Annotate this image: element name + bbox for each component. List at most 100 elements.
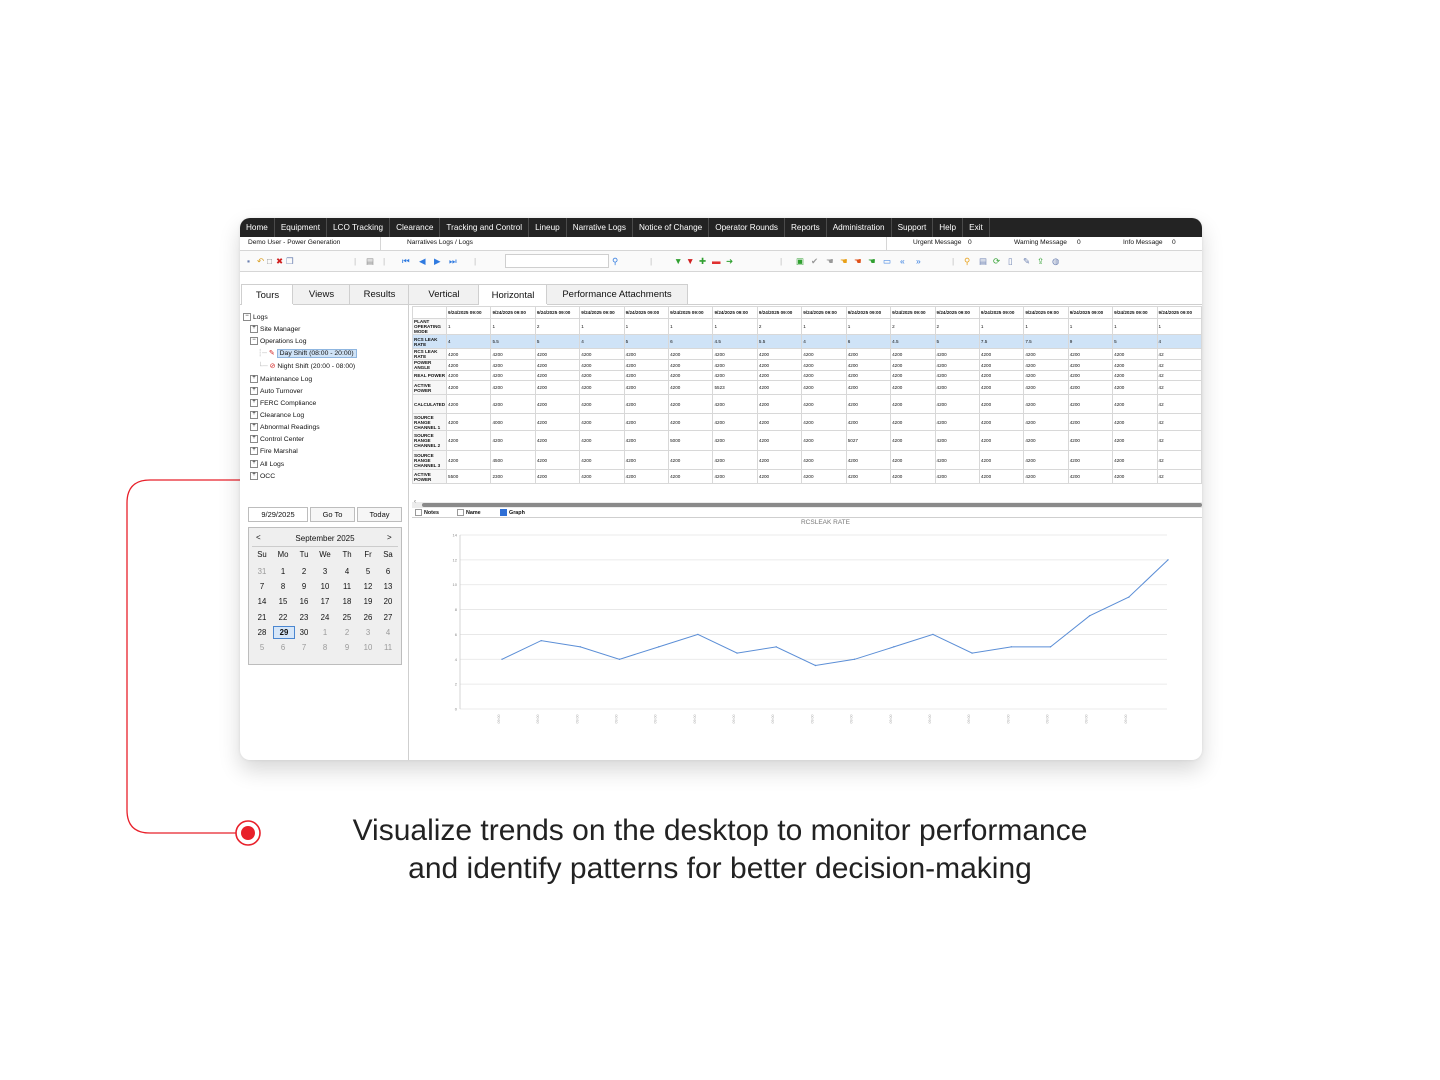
previous-record-icon[interactable]: ◀ [419, 256, 426, 266]
grid-cell[interactable]: 2300 [490, 469, 536, 484]
tree-item-control-center[interactable]: + Control Center [250, 435, 304, 443]
grid-cell[interactable]: 4200 [534, 469, 581, 484]
calendar-day[interactable]: 3 [358, 628, 378, 637]
grid-cell[interactable]: 4200 [1023, 348, 1069, 360]
document-icon[interactable]: ▯ [1008, 256, 1013, 266]
grid-cell[interactable]: 4200 [490, 348, 536, 360]
menu-item-exit[interactable]: Exit [963, 218, 990, 237]
grid-cell[interactable]: 1 [978, 318, 1025, 335]
notes-checkbox[interactable]: Notes [415, 509, 439, 516]
grid-cell[interactable]: 4200 [623, 430, 670, 451]
grid-cell[interactable]: 4200 [890, 469, 936, 484]
grid-cell[interactable]: 5 [623, 334, 670, 349]
menu-item-notice-of-change[interactable]: Notice of Change [633, 218, 710, 237]
grid-cell[interactable]: 4200 [845, 450, 892, 470]
goto-button[interactable]: Go To [310, 507, 355, 522]
grid-cell[interactable]: 4200 [712, 430, 758, 451]
menu-item-administration[interactable]: Administration [827, 218, 892, 237]
search-icon[interactable]: ⚲ [612, 256, 618, 266]
expand-icon[interactable]: + [250, 447, 258, 455]
grid-cell[interactable]: 4200 [1112, 370, 1158, 381]
graph-checkbox[interactable]: Graph [500, 509, 525, 516]
print-icon[interactable]: ▤ [366, 256, 374, 266]
calendar-day[interactable]: 7 [294, 643, 314, 652]
menu-item-lineup[interactable]: Lineup [529, 218, 567, 237]
grid-row[interactable]: SOURCE RANGE CHANNEL 1 4200 4000 4200 4200 42… [412, 413, 1202, 431]
grid-cell[interactable]: 4200 [623, 394, 670, 414]
grid-cell[interactable]: 4200 [1067, 413, 1114, 431]
grid-cell[interactable]: 6 [668, 334, 714, 349]
hand-icon[interactable]: ☚ [826, 256, 834, 266]
calendar-day[interactable]: 26 [358, 613, 378, 622]
grid-cell[interactable]: 4200 [978, 370, 1025, 381]
menu-item-reports[interactable]: Reports [785, 218, 827, 237]
grid-cell[interactable]: 4200 [978, 413, 1025, 431]
grid-cell[interactable]: 4200 [446, 394, 492, 414]
grid-cell[interactable]: 4200 [712, 413, 758, 431]
tree-item-fire-marshal[interactable]: + Fire Marshal [250, 447, 298, 455]
calendar-day[interactable]: 8 [315, 643, 335, 652]
grid-cell[interactable]: 4200 [801, 394, 847, 414]
grid-cell[interactable]: 4200 [446, 380, 492, 395]
grid-cell[interactable]: 4200 [712, 370, 758, 381]
globe-icon[interactable]: ◍ [1052, 256, 1059, 266]
grid-cell[interactable]: 4200 [446, 450, 492, 470]
grid-cell[interactable]: 4200 [668, 394, 714, 414]
grid-cell[interactable]: 4500 [490, 450, 536, 470]
grid-row[interactable]: ACTIVE POWER 4200 4200 4200 4200 4200 4200 5523… [412, 380, 1202, 395]
grid-cell[interactable]: 4200 [934, 380, 980, 395]
calendar-day[interactable]: 17 [315, 597, 335, 606]
calendar-day[interactable]: 3 [315, 567, 335, 576]
grid-cell[interactable]: 4200 [579, 413, 625, 431]
menu-item-clearance[interactable]: Clearance [390, 218, 441, 237]
grid-cell[interactable]: 4200 [978, 359, 1025, 371]
grid-row[interactable]: SOURCE RANGE CHANNEL 3 4200 4500 4200 4200 42… [412, 450, 1202, 470]
tab-tours[interactable]: Tours [241, 284, 294, 305]
grid-cell[interactable]: 4200 [712, 450, 758, 470]
grid-cell[interactable]: 4200 [446, 359, 492, 371]
grid-cell[interactable]: 4200 [1067, 359, 1114, 371]
grid-row[interactable]: ACTIVE POWER 5500 2300 4200 4200 4200 4200 4200… [412, 469, 1202, 484]
grid-cell[interactable]: 1 [845, 318, 892, 335]
grid-cell[interactable]: 4200 [446, 370, 492, 381]
hand-red-icon[interactable]: ☚ [854, 256, 862, 266]
grid-column-header[interactable]: 9/24/2025 09:00 [534, 306, 581, 319]
grid-cell[interactable]: 4200 [845, 394, 892, 414]
grid-cell[interactable]: 4200 [934, 430, 980, 451]
grid-cell[interactable]: 4200 [1023, 413, 1069, 431]
grid-cell[interactable]: 4200 [1112, 348, 1158, 360]
scroll-left-icon[interactable]: ‹ [414, 499, 416, 505]
grid-cell[interactable]: 4200 [1067, 430, 1114, 451]
tree-item-occ[interactable]: + OCC [250, 472, 275, 480]
grid-column-header[interactable]: 9/24/2025 09:00 [978, 306, 1025, 319]
grid-cell[interactable]: 4200 [623, 348, 670, 360]
grid-cell[interactable]: 4200 [978, 450, 1025, 470]
tree-item-operations-log[interactable]: − Operations Log [250, 337, 306, 345]
last-record-icon[interactable]: ⏭ [449, 256, 457, 266]
grid-cell[interactable]: 4200 [801, 430, 847, 451]
grid-cell[interactable]: 4200 [579, 450, 625, 470]
grid-cell[interactable]: 42 [1156, 370, 1202, 381]
calendar-day[interactable]: 11 [378, 643, 398, 652]
grid-cell[interactable]: 1 [490, 318, 536, 335]
grid-cell[interactable]: 4200 [756, 469, 803, 484]
tree-item-clearance-log[interactable]: + Clearance Log [250, 411, 304, 419]
calendar-day[interactable]: 15 [273, 597, 293, 606]
grid-cell[interactable]: 4200 [756, 450, 803, 470]
grid-cell[interactable]: 4200 [756, 348, 803, 360]
grid-cell[interactable]: 4200 [890, 359, 936, 371]
calendar-day[interactable]: 9 [337, 643, 357, 652]
grid-cell[interactable]: 4200 [845, 348, 892, 360]
grid-cell[interactable]: 5027 [845, 430, 892, 451]
grid-cell[interactable]: 1 [801, 318, 847, 335]
grid-cell[interactable]: 4200 [978, 348, 1025, 360]
menu-item-narrative-logs[interactable]: Narrative Logs [567, 218, 633, 237]
grid-cell[interactable]: 4000 [490, 413, 536, 431]
grid-cell[interactable]: 4200 [890, 413, 936, 431]
expand-icon[interactable]: + [250, 472, 258, 480]
grid-cell[interactable]: 4200 [978, 469, 1025, 484]
grid-cell[interactable]: 4200 [490, 370, 536, 381]
grid-column-header[interactable]: 9/24/2025 09:00 [934, 306, 980, 319]
grid-cell[interactable]: 4200 [978, 430, 1025, 451]
remove-icon[interactable]: ▬ [712, 256, 721, 266]
